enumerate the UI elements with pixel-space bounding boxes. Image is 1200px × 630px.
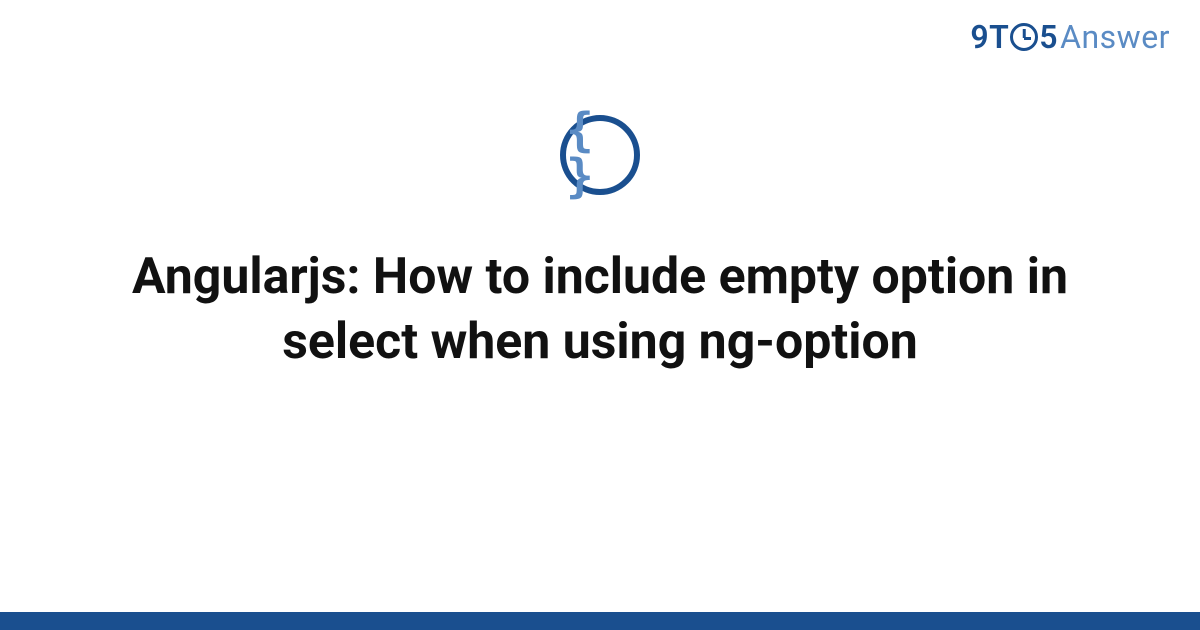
logo-nine: 9	[970, 18, 989, 56]
category-badge: { }	[560, 115, 640, 195]
main-content: { } Angularjs: How to include empty opti…	[0, 115, 1200, 375]
site-logo[interactable]: 9 T 5 Answer	[970, 18, 1170, 56]
page-title: Angularjs: How to include empty option i…	[90, 245, 1110, 375]
logo-t: T	[989, 18, 1009, 56]
clock-icon	[1010, 23, 1038, 51]
logo-five: 5	[1039, 18, 1058, 56]
footer-bar	[0, 612, 1200, 630]
code-braces-icon: { }	[566, 107, 634, 199]
logo-answer: Answer	[1060, 18, 1170, 56]
